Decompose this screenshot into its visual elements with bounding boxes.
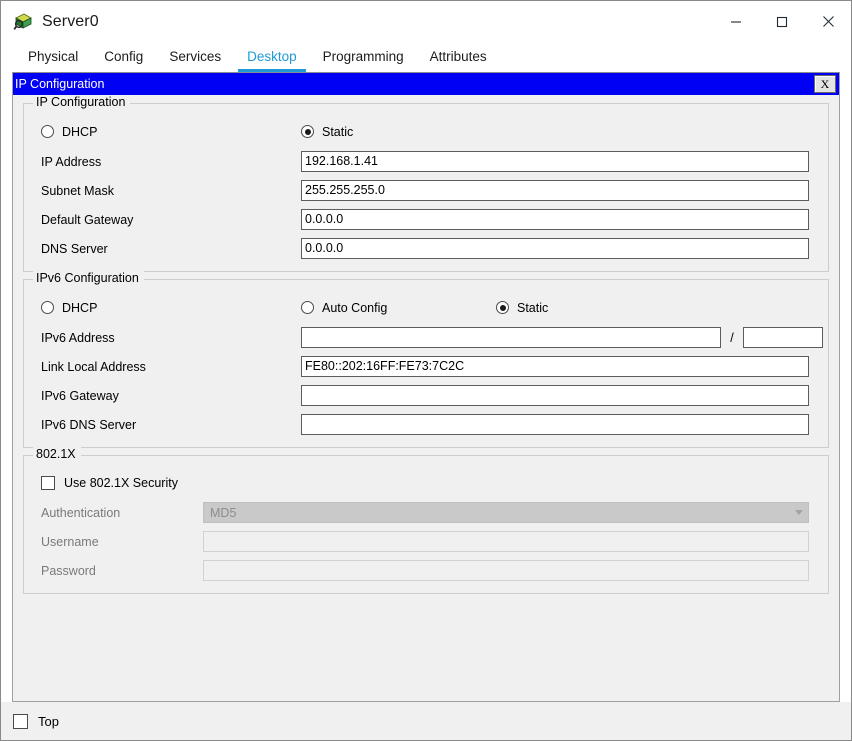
chevron-down-icon (795, 510, 803, 515)
tab-services[interactable]: Services (156, 49, 234, 72)
tab-programming[interactable]: Programming (310, 49, 417, 72)
ipv6-dhcp-radio-option[interactable]: DHCP (41, 301, 301, 315)
server-properties-window: Server0 Physical Config Services Desktop… (0, 0, 852, 741)
tab-config[interactable]: Config (91, 49, 156, 72)
ipv6-autoconfig-radio-option[interactable]: Auto Config (301, 301, 496, 315)
subnet-mask-label: Subnet Mask (41, 183, 114, 198)
ipv6-static-radio[interactable] (496, 301, 509, 314)
minimize-button[interactable] (713, 1, 759, 42)
ipv6-dns-server-label: IPv6 DNS Server (41, 417, 137, 432)
ip-address-row: IP Address 192.168.1.41 (33, 147, 819, 176)
ipv6-mode-row: DHCP Auto Config Static (33, 292, 819, 323)
ipv6-gateway-row: IPv6 Gateway (33, 381, 819, 410)
server-device-icon (13, 12, 33, 32)
username-row: Username (33, 527, 819, 556)
dns-server-label: DNS Server (41, 241, 108, 256)
window-title: Server0 (42, 12, 99, 30)
ipv6-address-input[interactable] (301, 327, 721, 348)
default-gateway-input[interactable]: 0.0.0.0 (301, 209, 809, 230)
ipv6-static-radio-option[interactable]: Static (496, 301, 548, 315)
ipv6-gateway-input[interactable] (301, 385, 809, 406)
tab-attributes[interactable]: Attributes (417, 49, 500, 72)
dns-server-row: DNS Server 0.0.0.0 (33, 234, 819, 263)
ipv6-address-row: IPv6 Address / (33, 323, 823, 352)
password-row: Password (33, 556, 819, 585)
ipv6-autoconfig-label: Auto Config (322, 300, 388, 315)
tab-desktop[interactable]: Desktop (234, 49, 310, 72)
ipv6-static-label: Static (517, 300, 549, 315)
close-button[interactable] (805, 1, 851, 42)
ipv4-dhcp-radio[interactable] (41, 125, 54, 138)
ipv4-dhcp-radio-option[interactable]: DHCP (41, 125, 301, 139)
dns-server-input[interactable]: 0.0.0.0 (301, 238, 809, 259)
top-label: Top (38, 713, 59, 729)
dot1x-group-legend: 802.1X (33, 447, 81, 462)
use-dot1x-security-label: Use 802.1X Security (64, 476, 178, 490)
username-input[interactable] (203, 531, 809, 552)
ipv6-autoconfig-radio[interactable] (301, 301, 314, 314)
link-local-address-label: Link Local Address (41, 359, 146, 374)
ipv6-configuration-group: IPv6 Configuration DHCP Auto Config Stat… (23, 271, 829, 448)
ipv6-dhcp-radio[interactable] (41, 301, 54, 314)
authentication-select[interactable]: MD5 (203, 502, 809, 523)
tab-strip: Physical Config Services Desktop Program… (1, 42, 851, 72)
ipv4-group-legend: IP Configuration (33, 95, 131, 110)
ipv6-gateway-label: IPv6 Gateway (41, 388, 119, 403)
subnet-mask-input[interactable]: 255.255.255.0 (301, 180, 809, 201)
ipv4-configuration-group: IP Configuration DHCP Static IP Address … (23, 95, 829, 272)
ip-address-input[interactable]: 192.168.1.41 (301, 151, 809, 172)
window-controls (713, 1, 851, 42)
ip-configuration-titlebar: IP Configuration X (13, 73, 839, 95)
minimize-icon (731, 20, 741, 23)
default-gateway-row: Default Gateway 0.0.0.0 (33, 205, 819, 234)
ipv6-prefix-separator: / (730, 330, 734, 345)
ipv6-dhcp-label: DHCP (62, 300, 98, 315)
ip-configuration-title: IP Configuration (15, 77, 105, 91)
use-dot1x-security-row[interactable]: Use 802.1X Security (33, 468, 819, 498)
window-footer: Top (1, 702, 851, 740)
ipv4-static-radio-option[interactable]: Static (301, 125, 353, 139)
ip-configuration-body: IP Configuration DHCP Static IP Address … (13, 95, 839, 701)
ipv6-group-legend: IPv6 Configuration (33, 271, 144, 286)
close-icon (822, 16, 834, 27)
ipv6-address-label: IPv6 Address (41, 330, 115, 345)
ipv6-dns-server-row: IPv6 DNS Server (33, 410, 819, 439)
ip-configuration-close-button[interactable]: X (814, 75, 836, 93)
ipv4-dhcp-label: DHCP (62, 124, 98, 139)
ipv6-prefix-input[interactable] (743, 327, 823, 348)
ip-configuration-panel: IP Configuration X IP Configuration DHCP (12, 72, 840, 702)
top-checkbox[interactable] (13, 713, 28, 729)
default-gateway-label: Default Gateway (41, 212, 134, 227)
ipv4-mode-row: DHCP Static (33, 116, 819, 147)
link-local-address-row: Link Local Address FE80::202:16FF:FE73:7… (33, 352, 819, 381)
use-dot1x-security-checkbox[interactable] (41, 476, 55, 490)
authentication-row: Authentication MD5 (33, 498, 819, 527)
authentication-selected-value: MD5 (210, 505, 237, 520)
ipv6-dns-server-input[interactable] (301, 414, 809, 435)
ip-address-label: IP Address (41, 154, 102, 169)
maximize-icon (776, 16, 788, 27)
desktop-tab-content: IP Configuration X IP Configuration DHCP (1, 72, 851, 702)
dot1x-group: 802.1X Use 802.1X Security Authenticatio… (23, 447, 829, 594)
window-titlebar: Server0 (1, 1, 851, 42)
tab-physical[interactable]: Physical (15, 49, 91, 72)
subnet-mask-row: Subnet Mask 255.255.255.0 (33, 176, 819, 205)
panel-spacer (23, 601, 829, 701)
password-input[interactable] (203, 560, 809, 581)
ipv4-static-radio[interactable] (301, 125, 314, 138)
maximize-button[interactable] (759, 1, 805, 42)
link-local-address-input[interactable]: FE80::202:16FF:FE73:7C2C (301, 356, 809, 377)
ipv4-static-label: Static (322, 124, 354, 139)
